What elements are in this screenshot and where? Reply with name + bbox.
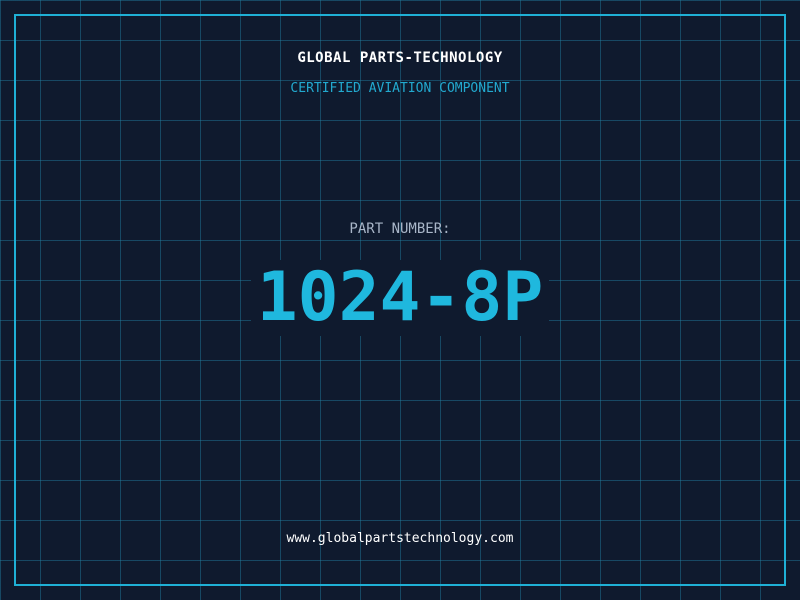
website-url: www.globalpartstechnology.com	[286, 531, 514, 546]
part-number-value: 1024-8P	[250, 260, 550, 336]
company-name: GLOBAL PARTS-TECHNOLOGY	[297, 50, 503, 66]
part-number-container: 1024-8P	[0, 260, 800, 336]
part-label-card: GLOBAL PARTS-TECHNOLOGY CERTIFIED AVIATI…	[0, 0, 800, 600]
part-number-label: PART NUMBER:	[349, 221, 451, 237]
certification-tagline: CERTIFIED AVIATION COMPONENT	[290, 81, 510, 96]
